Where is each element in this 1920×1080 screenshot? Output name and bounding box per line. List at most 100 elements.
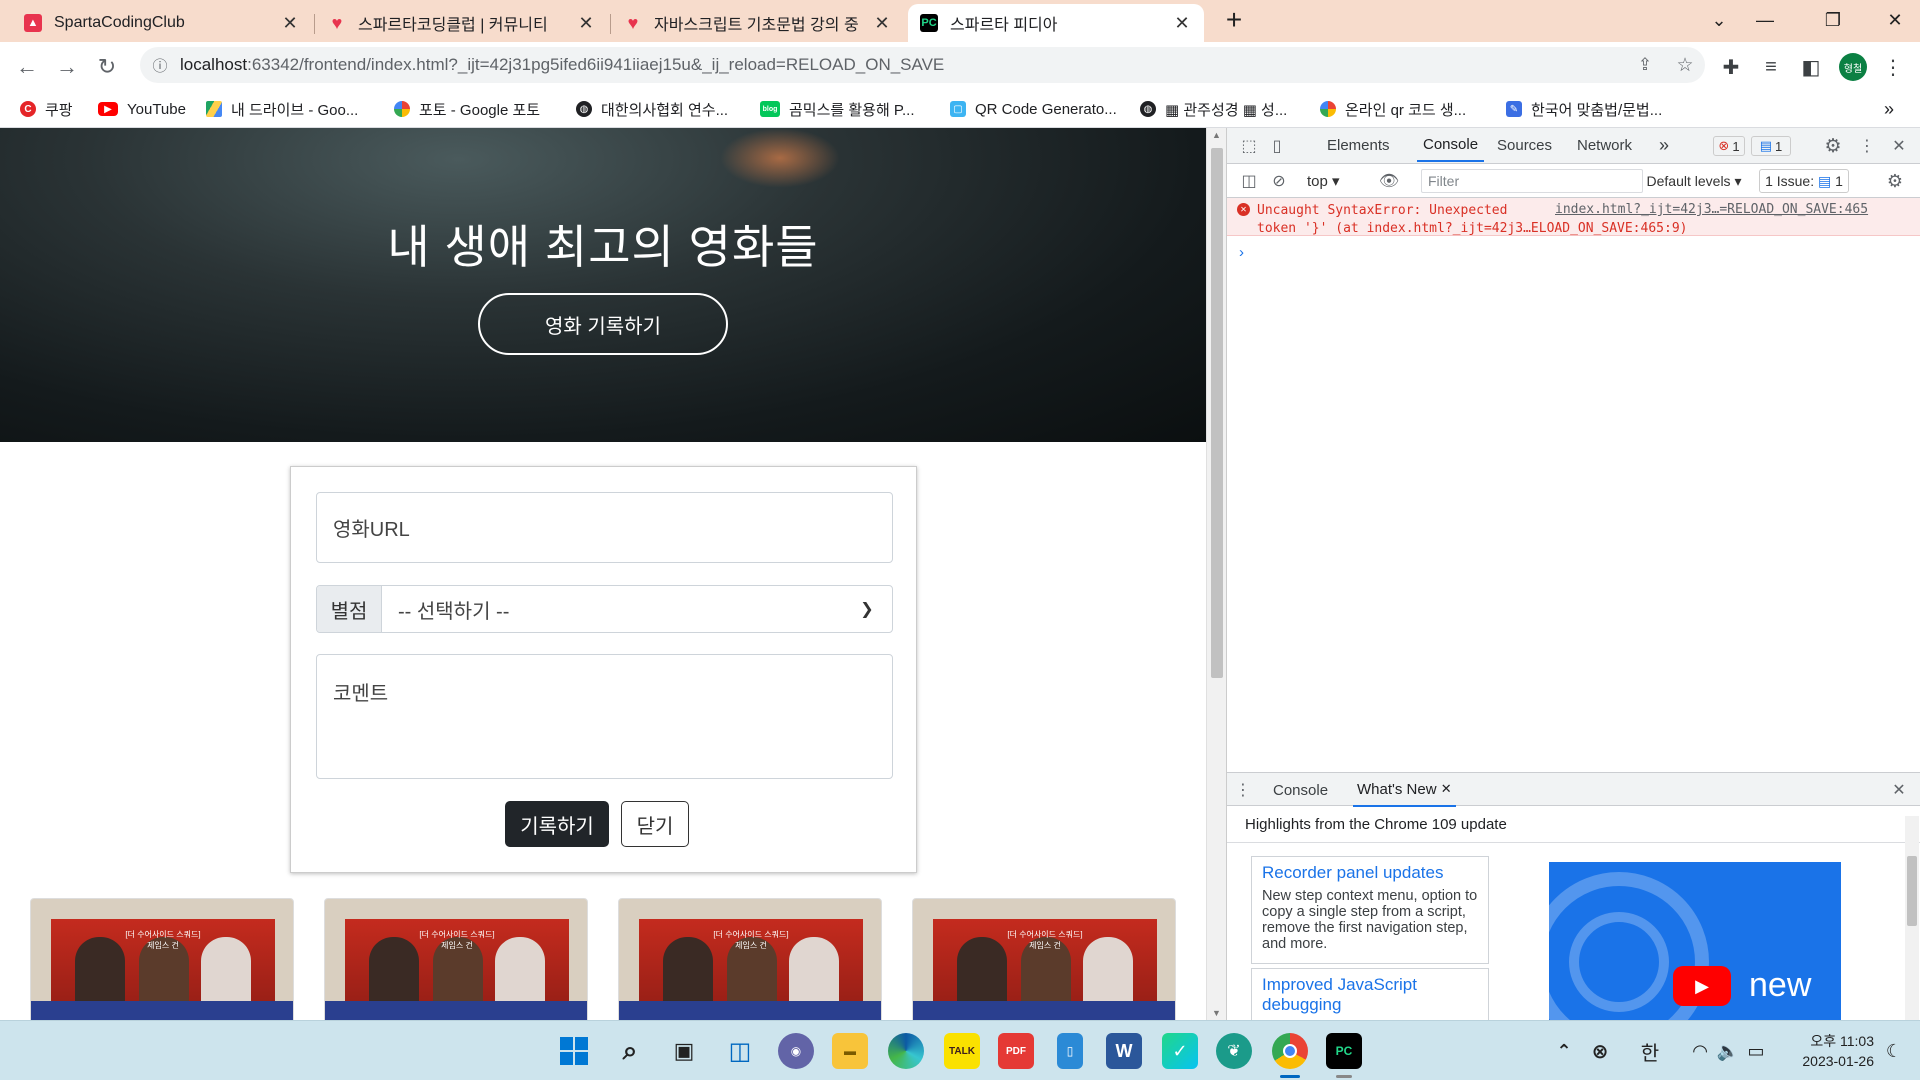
comment-textarea[interactable]: 코멘트 xyxy=(316,654,893,779)
tray-app-icon[interactable]: ⊗ xyxy=(1586,1033,1614,1069)
bookmark-spellcheck[interactable]: ✎ 한국어 맞춤법/문법... xyxy=(1506,96,1662,122)
bookmark-kma[interactable]: ◍ 대한의사협회 연수... xyxy=(576,96,728,122)
devtools-menu-icon[interactable]: ⋮ xyxy=(1855,134,1879,158)
device-toolbar-icon[interactable]: ▯ xyxy=(1265,134,1289,158)
minimize-button[interactable]: — xyxy=(1742,0,1788,40)
message-count-badge[interactable]: ▤ 1 xyxy=(1751,136,1791,156)
bookmark-youtube[interactable]: ▶ YouTube xyxy=(98,96,186,122)
pycharm-edu-icon[interactable]: ✓ xyxy=(1162,1033,1198,1069)
drawer-tab-whats-new[interactable]: What's New ✕ xyxy=(1353,773,1456,807)
tab-spartacodingclub[interactable]: ▲ SpartaCodingClub ✕ xyxy=(12,4,312,42)
filter-input[interactable]: Filter xyxy=(1421,169,1643,193)
drawer-tab-console[interactable]: Console xyxy=(1273,773,1328,807)
error-source-link[interactable]: index.html?_ijt=42j3…=RELOAD_ON_SAVE:465 xyxy=(1555,202,1868,217)
movie-card-poster[interactable]: [더 수어사이드 스쿼드] 제임스 건 xyxy=(30,898,294,1020)
bookmark-drive[interactable]: 내 드라이브 - Goo... xyxy=(206,96,358,122)
volume-icon[interactable]: 🔈 xyxy=(1714,1033,1742,1069)
context-select[interactable]: top ▾ xyxy=(1307,170,1340,192)
bookmark-bible[interactable]: ◍ ▦ 관주성경 ▦ 성... xyxy=(1140,96,1287,122)
clear-console-icon[interactable]: ⊘ xyxy=(1267,169,1291,193)
bookmark-star-icon[interactable]: ☆ xyxy=(1665,54,1705,77)
card-title[interactable]: Improved JavaScript debugging xyxy=(1262,975,1478,1015)
widgets-icon[interactable]: ◫ xyxy=(722,1033,758,1069)
error-count-badge[interactable]: ⊗ 1 xyxy=(1713,136,1745,156)
page-scrollbar[interactable]: ▲ ▼ xyxy=(1206,128,1226,1020)
scroll-down-icon[interactable]: ▼ xyxy=(1212,1008,1221,1018)
windows-start-icon[interactable] xyxy=(556,1033,592,1069)
kakaotalk-icon[interactable]: TALK xyxy=(944,1033,980,1069)
tab-console[interactable]: Console xyxy=(1417,128,1485,162)
address-bar[interactable]: ⓘ localhost:63342/frontend/index.html?_i… xyxy=(140,47,1705,83)
avatar[interactable]: 형철 xyxy=(1836,50,1870,84)
tab-search-chevron-icon[interactable]: ⌄ xyxy=(1696,0,1742,40)
bookmark-photos[interactable]: 포토 - Google 포토 xyxy=(394,96,540,122)
reload-button[interactable]: ↻ xyxy=(90,50,124,84)
forward-button[interactable]: → xyxy=(50,50,84,84)
close-icon[interactable]: ✕ xyxy=(280,13,300,34)
issues-button[interactable]: 1 Issue: ▤ 1 xyxy=(1759,169,1849,193)
close-icon[interactable]: ✕ xyxy=(872,13,892,34)
tab-js-lecture[interactable]: ♥ 자바스크립트 기초문법 강의 중 ✕ xyxy=(612,4,904,42)
feather-icon[interactable]: ❦ xyxy=(1216,1033,1252,1069)
devtools-close-icon[interactable]: ✕ xyxy=(1887,134,1911,158)
bookmark-coupang[interactable]: C 쿠팡 xyxy=(20,96,73,122)
extensions-icon[interactable]: ✚ xyxy=(1714,50,1748,84)
back-button[interactable]: ← xyxy=(10,50,44,84)
menu-kebab-icon[interactable]: ⋮ xyxy=(1876,50,1910,84)
chevron-down-icon[interactable]: ❯ xyxy=(842,586,892,632)
close-icon[interactable]: ✕ xyxy=(1172,13,1192,34)
console-settings-icon[interactable]: ⚙ xyxy=(1883,169,1907,193)
scrollbar-thumb[interactable] xyxy=(1211,148,1223,678)
teams-chat-icon[interactable]: ◉ xyxy=(778,1033,814,1069)
tab-network[interactable]: Network xyxy=(1577,128,1632,162)
info-icon[interactable]: ⓘ xyxy=(140,55,180,76)
window-close-button[interactable]: ✕ xyxy=(1872,0,1918,40)
tab-sparta-pedia[interactable]: PC 스파르타 피디아 ✕ xyxy=(908,4,1204,42)
bookmark-qr-generator[interactable]: ▢ QR Code Generato... xyxy=(950,96,1117,122)
play-icon[interactable]: ▶ xyxy=(1673,966,1731,1006)
battery-icon[interactable]: ▭ xyxy=(1742,1033,1770,1069)
new-tab-button[interactable]: + xyxy=(1211,0,1257,40)
show-hidden-icons-chevron-icon[interactable]: ⌃ xyxy=(1550,1033,1578,1069)
restore-button[interactable]: ❐ xyxy=(1810,0,1856,40)
wifi-icon[interactable]: ◠ xyxy=(1686,1033,1714,1069)
notification-bell-icon[interactable]: ☾ xyxy=(1880,1033,1908,1069)
whats-new-video-thumbnail[interactable]: ▶ new xyxy=(1549,862,1841,1022)
whats-new-card[interactable]: Improved JavaScript debugging xyxy=(1251,968,1489,1028)
url-text[interactable]: localhost:63342/frontend/index.html?_ijt… xyxy=(180,55,1625,75)
console-prompt-icon[interactable]: › xyxy=(1239,244,1244,261)
close-icon[interactable]: ✕ xyxy=(1441,781,1452,797)
movie-card-poster[interactable]: [더 수어사이드 스쿼드] 제임스 건 xyxy=(618,898,882,1020)
task-view-icon[interactable]: ▣ xyxy=(666,1033,702,1069)
tab-sources[interactable]: Sources xyxy=(1497,128,1552,162)
record-movie-button[interactable]: 영화 기록하기 xyxy=(478,293,728,355)
bookmarks-overflow-button[interactable]: » xyxy=(1884,96,1894,122)
word-icon[interactable]: W xyxy=(1106,1033,1142,1069)
search-icon[interactable]: ⌕ xyxy=(612,1033,648,1069)
bookmark-online-qr[interactable]: 온라인 qr 코드 생... xyxy=(1320,96,1466,122)
console-sidebar-icon[interactable]: ◫ xyxy=(1237,169,1261,193)
bookmark-gommix[interactable]: blog 곰믹스를 활용해 P... xyxy=(760,96,915,122)
share-icon[interactable]: ⇪ xyxy=(1625,55,1665,75)
phone-icon[interactable]: ▯ xyxy=(1057,1033,1083,1069)
star-select[interactable]: -- 선택하기 -- xyxy=(382,586,842,632)
close-button[interactable]: 닫기 xyxy=(621,801,689,847)
file-explorer-icon[interactable]: ▬ xyxy=(832,1033,868,1069)
pycharm-icon[interactable]: PC xyxy=(1326,1033,1362,1069)
more-tabs-icon[interactable]: » xyxy=(1659,128,1669,162)
close-icon[interactable]: ✕ xyxy=(576,13,596,34)
inspect-element-icon[interactable]: ⬚ xyxy=(1237,134,1261,158)
log-levels-dropdown[interactable]: Default levels ▾ xyxy=(1639,170,1749,192)
ime-indicator[interactable]: 한 xyxy=(1634,1033,1666,1069)
card-title[interactable]: Recorder panel updates xyxy=(1262,863,1478,883)
save-button[interactable]: 기록하기 xyxy=(505,801,609,847)
drawer-scrollbar[interactable] xyxy=(1905,816,1919,1020)
media-control-icon[interactable]: ≡ xyxy=(1754,50,1788,84)
scroll-up-icon[interactable]: ▲ xyxy=(1212,130,1221,140)
whats-new-card[interactable]: Recorder panel updates New step context … xyxy=(1251,856,1489,964)
drawer-close-icon[interactable]: ✕ xyxy=(1887,778,1911,802)
pdf-icon[interactable]: PDF xyxy=(998,1033,1034,1069)
chrome-icon[interactable] xyxy=(1272,1033,1308,1069)
edge-icon[interactable] xyxy=(888,1033,924,1069)
clock[interactable]: 오후 11:03 2023-01-26 xyxy=(1784,1031,1874,1071)
